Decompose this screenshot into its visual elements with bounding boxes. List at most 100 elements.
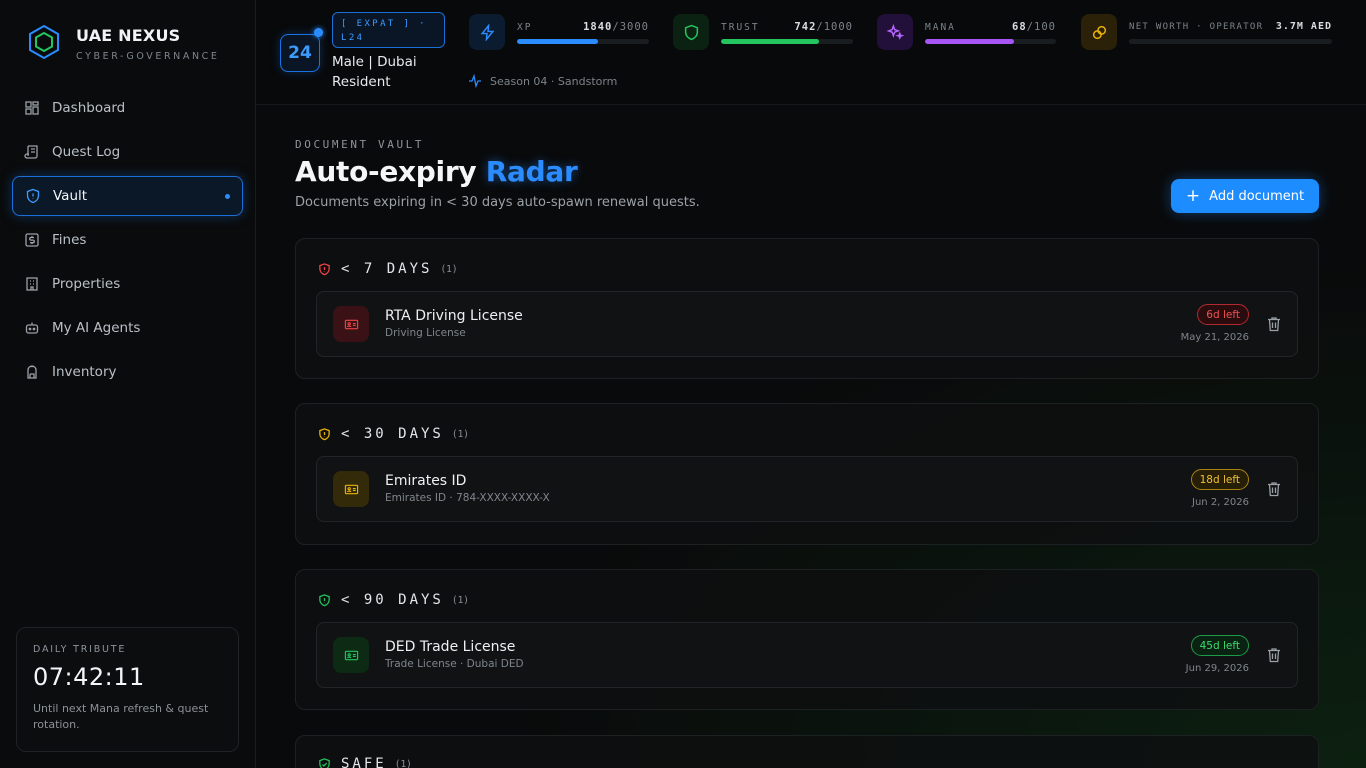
stat-mana: MANA 68/100: [877, 14, 1056, 50]
stat-mana-current: 68: [1012, 21, 1027, 33]
coins-icon: [1092, 25, 1106, 39]
section-under-90-days: < 90 DAYS (1) DED Trade License Trade Li…: [295, 569, 1319, 710]
section-under-30-days: < 30 DAYS (1) Emirates ID Emirates ID · …: [295, 403, 1319, 545]
pulse-icon: [469, 74, 481, 88]
section-header: < 7 DAYS (1): [318, 261, 458, 277]
online-status-dot: [314, 28, 323, 37]
expiry-date: Jun 29, 2026: [1185, 663, 1249, 674]
page-title: Auto-expiry Radar: [295, 155, 578, 188]
sidebar-nav: Dashboard Quest Log Vault Fines Properti…: [12, 88, 243, 396]
sidebar-item-inventory[interactable]: Inventory: [12, 352, 243, 392]
level-badge[interactable]: 24: [280, 34, 320, 72]
document-name: RTA Driving License: [385, 308, 523, 324]
stat-trust-fill: [721, 39, 819, 44]
brand-subtitle: CYBER-GOVERNANCE: [76, 51, 220, 62]
backpack-icon: [27, 365, 37, 379]
stat-mana-value: 68/100: [1012, 21, 1056, 33]
stat-trust-icon-box: [673, 14, 709, 50]
stat-xp-value: 1840/3000: [583, 21, 649, 33]
document-type-icon-box: [333, 637, 369, 673]
add-document-label: Add document: [1209, 188, 1305, 204]
days-left-badge: 6d left: [1197, 304, 1249, 325]
dashboard-icon: [25, 101, 39, 115]
id-card-icon: [344, 319, 358, 329]
main-content: DOCUMENT VAULT Auto-expiry Radar Documen…: [256, 105, 1366, 768]
stat-networth-icon-box: [1081, 14, 1117, 50]
shield-check-icon: [319, 757, 330, 768]
document-meta: Emirates ID · 784-XXXX-XXXX-X: [385, 492, 550, 504]
document-type-icon-box: [333, 471, 369, 507]
sidebar-item-properties[interactable]: Properties: [12, 264, 243, 304]
brand[interactable]: UAE NEXUS CYBER-GOVERNANCE: [26, 24, 220, 62]
stat-xp-label: XP: [517, 22, 533, 33]
document-meta: Trade License · Dubai DED: [385, 658, 524, 670]
section-safe: SAFE (1): [295, 735, 1319, 768]
stat-xp: XP 1840/3000: [469, 14, 649, 50]
stat-networth-label: NET WORTH · OPERATOR: [1129, 22, 1264, 32]
section-count: (1): [440, 263, 458, 275]
page-eyebrow: DOCUMENT VAULT: [295, 138, 425, 151]
section-title: < 30 DAYS: [341, 426, 444, 442]
document-meta: Driving License: [385, 327, 466, 339]
section-title: < 7 DAYS: [341, 261, 433, 277]
stat-mana-label: MANA: [925, 22, 956, 33]
sidebar-item-label: Quest Log: [52, 144, 121, 160]
section-header: < 30 DAYS (1): [318, 426, 469, 442]
stat-trust: TRUST 742/1000: [673, 14, 853, 50]
trash-icon[interactable]: [1267, 647, 1281, 663]
add-document-button[interactable]: + Add document: [1171, 179, 1319, 213]
sidebar-item-quest-log[interactable]: Quest Log: [12, 132, 243, 172]
shield-alert-icon: [319, 262, 330, 275]
hexagon-logo-icon: [29, 24, 59, 60]
profile-description: Male | Dubai Resident: [332, 54, 417, 90]
stat-xp-bar: [517, 39, 649, 44]
section-title: < 90 DAYS: [341, 592, 444, 608]
stat-xp-icon-box: [469, 14, 505, 50]
sidebar-item-dashboard[interactable]: Dashboard: [12, 88, 243, 128]
sidebar-item-vault[interactable]: Vault: [12, 176, 243, 216]
sidebar-item-label: Dashboard: [52, 100, 126, 116]
shield-alert-icon: [319, 427, 330, 440]
brand-title: UAE NEXUS: [76, 26, 181, 45]
shield-alert-icon: [319, 593, 330, 606]
sidebar-item-label: Inventory: [52, 364, 117, 380]
section-header: SAFE (1): [318, 756, 412, 768]
bolt-icon: [480, 23, 494, 41]
document-row[interactable]: Emirates ID Emirates ID · 784-XXXX-XXXX-…: [316, 456, 1298, 522]
stat-networth-bar: [1129, 39, 1332, 44]
section-title: SAFE: [341, 756, 387, 768]
sidebar-item-my-ai-agents[interactable]: My AI Agents: [12, 308, 243, 348]
tribute-label: DAILY TRIBUTE: [33, 644, 127, 655]
trash-icon[interactable]: [1267, 316, 1281, 332]
stat-net-worth: NET WORTH · OPERATOR 3.7M AED: [1081, 14, 1332, 50]
sidebar-item-label: Vault: [53, 188, 88, 204]
sidebar-item-fines[interactable]: Fines: [12, 220, 243, 260]
stat-mana-icon-box: [877, 14, 913, 50]
stat-trust-max: /1000: [816, 21, 853, 33]
section-under-7-days: < 7 DAYS (1) RTA Driving License Driving…: [295, 238, 1319, 379]
section-count: (1): [451, 594, 470, 606]
stat-mana-fill: [925, 39, 1015, 44]
stat-trust-bar: [721, 39, 853, 44]
stat-xp-fill: [517, 39, 598, 44]
tribute-note: Until next Mana refresh & quest rotation…: [33, 702, 209, 731]
document-row[interactable]: DED Trade License Trade License · Dubai …: [316, 622, 1298, 688]
sidebar-item-label: Fines: [52, 232, 87, 248]
section-count: (1): [394, 758, 412, 768]
document-row[interactable]: RTA Driving License Driving License 6d l…: [316, 291, 1298, 357]
page-title-accent: Radar: [485, 155, 578, 188]
expiry-date: Jun 2, 2026: [1192, 497, 1249, 508]
stat-xp-current: 1840: [583, 21, 613, 33]
stat-mana-max: /100: [1026, 21, 1056, 33]
stat-trust-value: 742/1000: [794, 21, 853, 33]
shield-icon: [26, 188, 40, 204]
document-type-icon-box: [333, 306, 369, 342]
scroll-icon: [24, 145, 38, 159]
sidebar-item-label: My AI Agents: [52, 320, 141, 336]
days-left-badge: 18d left: [1190, 469, 1249, 490]
document-name: DED Trade License: [385, 639, 516, 655]
trash-icon[interactable]: [1267, 481, 1281, 497]
section-count: (1): [451, 428, 470, 440]
bot-icon: [25, 322, 39, 334]
section-header: < 90 DAYS (1): [318, 592, 469, 608]
